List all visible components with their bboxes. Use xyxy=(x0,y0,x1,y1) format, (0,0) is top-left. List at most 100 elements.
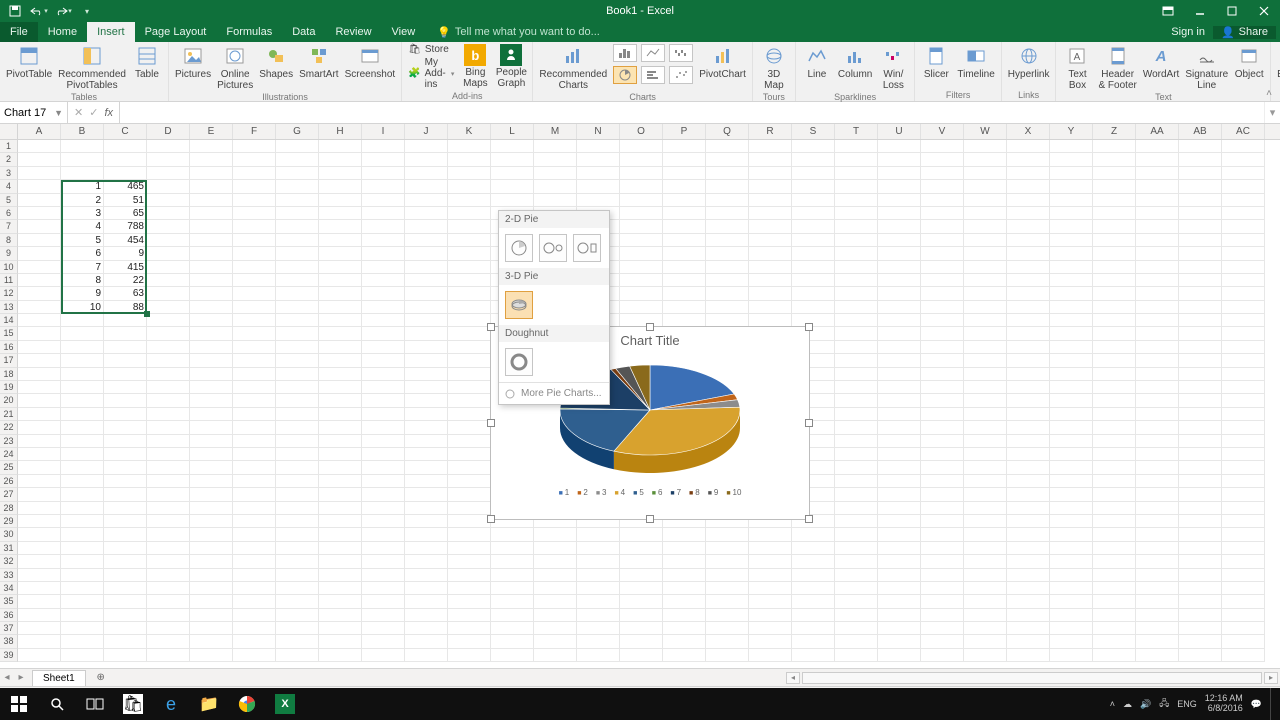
cell[interactable] xyxy=(1222,569,1265,582)
cell[interactable] xyxy=(18,435,61,448)
cell[interactable] xyxy=(620,194,663,207)
cell[interactable] xyxy=(1222,582,1265,595)
cell[interactable] xyxy=(878,528,921,541)
cell[interactable] xyxy=(1179,368,1222,381)
row-header[interactable]: 16 xyxy=(0,341,18,354)
share-button[interactable]: 👤Share xyxy=(1213,26,1276,39)
cell[interactable] xyxy=(1007,327,1050,340)
cell[interactable] xyxy=(1136,435,1179,448)
cell[interactable] xyxy=(276,247,319,260)
cell[interactable] xyxy=(835,649,878,662)
cell[interactable] xyxy=(964,314,1007,327)
cell[interactable] xyxy=(1222,555,1265,568)
cell[interactable] xyxy=(534,194,577,207)
cell[interactable] xyxy=(1007,569,1050,582)
cell[interactable] xyxy=(405,140,448,153)
cell[interactable] xyxy=(835,528,878,541)
header-footer-button[interactable]: Header & Footer xyxy=(1098,44,1136,91)
cell[interactable] xyxy=(147,569,190,582)
object-button[interactable]: Object xyxy=(1234,44,1264,81)
cell[interactable] xyxy=(233,368,276,381)
cell[interactable] xyxy=(491,569,534,582)
cell[interactable] xyxy=(147,421,190,434)
cell[interactable] xyxy=(878,234,921,247)
cell[interactable] xyxy=(1050,167,1093,180)
cell[interactable] xyxy=(706,261,749,274)
cell[interactable] xyxy=(362,153,405,166)
cell[interactable] xyxy=(1136,542,1179,555)
cell[interactable] xyxy=(104,582,147,595)
cell[interactable] xyxy=(319,381,362,394)
cell[interactable] xyxy=(706,582,749,595)
cell[interactable] xyxy=(147,140,190,153)
cell[interactable] xyxy=(1050,247,1093,260)
pie-of-pie-option[interactable] xyxy=(539,234,567,262)
cell[interactable]: 10 xyxy=(61,301,104,314)
sparkline-winloss-button[interactable]: Win/ Loss xyxy=(878,44,908,91)
cell[interactable] xyxy=(61,327,104,340)
row-header[interactable]: 32 xyxy=(0,555,18,568)
cell[interactable] xyxy=(405,448,448,461)
cell[interactable] xyxy=(362,488,405,501)
cell[interactable]: 465 xyxy=(104,180,147,193)
row-header[interactable]: 10 xyxy=(0,261,18,274)
pivotchart-button[interactable]: PivotChart xyxy=(699,44,746,81)
row-header[interactable]: 39 xyxy=(0,649,18,662)
column-header[interactable]: W xyxy=(964,124,1007,139)
column-header[interactable]: V xyxy=(921,124,964,139)
cell[interactable] xyxy=(491,167,534,180)
hscroll-right[interactable]: ▸ xyxy=(1264,672,1278,684)
cell[interactable] xyxy=(706,649,749,662)
cell[interactable] xyxy=(104,341,147,354)
cell[interactable] xyxy=(1007,582,1050,595)
cell[interactable] xyxy=(878,488,921,501)
name-box[interactable]: ▼ xyxy=(0,102,68,123)
cell[interactable]: 7 xyxy=(61,261,104,274)
cell[interactable] xyxy=(1179,635,1222,648)
cell[interactable] xyxy=(792,194,835,207)
cell[interactable] xyxy=(491,595,534,608)
cell[interactable] xyxy=(964,502,1007,515)
cell[interactable] xyxy=(835,207,878,220)
cell[interactable] xyxy=(362,569,405,582)
cell[interactable] xyxy=(276,488,319,501)
cell[interactable] xyxy=(878,220,921,233)
select-all-corner[interactable] xyxy=(0,124,18,139)
cell[interactable] xyxy=(1179,261,1222,274)
cell[interactable] xyxy=(663,220,706,233)
cell[interactable] xyxy=(1007,261,1050,274)
cell[interactable] xyxy=(104,461,147,474)
cell[interactable] xyxy=(233,301,276,314)
cell[interactable] xyxy=(104,488,147,501)
cell[interactable] xyxy=(663,194,706,207)
cell[interactable] xyxy=(104,140,147,153)
cell[interactable] xyxy=(233,140,276,153)
cell[interactable] xyxy=(362,341,405,354)
cell[interactable] xyxy=(1093,421,1136,434)
cell[interactable] xyxy=(147,649,190,662)
cell[interactable] xyxy=(1222,394,1265,407)
file-explorer-icon[interactable]: 📁 xyxy=(190,688,228,720)
cell[interactable] xyxy=(577,140,620,153)
cell[interactable] xyxy=(663,528,706,541)
cell[interactable] xyxy=(104,408,147,421)
cell[interactable] xyxy=(1050,488,1093,501)
name-box-dropdown[interactable]: ▼ xyxy=(52,108,63,118)
cell[interactable] xyxy=(620,220,663,233)
cell[interactable] xyxy=(921,314,964,327)
column-header[interactable]: Y xyxy=(1050,124,1093,139)
cell[interactable] xyxy=(577,542,620,555)
cell[interactable] xyxy=(964,582,1007,595)
collapse-ribbon-button[interactable]: ˄ xyxy=(1262,86,1276,101)
cell[interactable] xyxy=(835,448,878,461)
cell[interactable] xyxy=(577,194,620,207)
cell[interactable] xyxy=(190,595,233,608)
cell[interactable] xyxy=(1222,167,1265,180)
cell[interactable] xyxy=(1007,354,1050,367)
cell[interactable] xyxy=(362,635,405,648)
sparkline-line-button[interactable]: Line xyxy=(802,44,832,81)
cell[interactable] xyxy=(276,327,319,340)
cell[interactable] xyxy=(620,287,663,300)
cell[interactable] xyxy=(921,542,964,555)
cell[interactable] xyxy=(1007,341,1050,354)
